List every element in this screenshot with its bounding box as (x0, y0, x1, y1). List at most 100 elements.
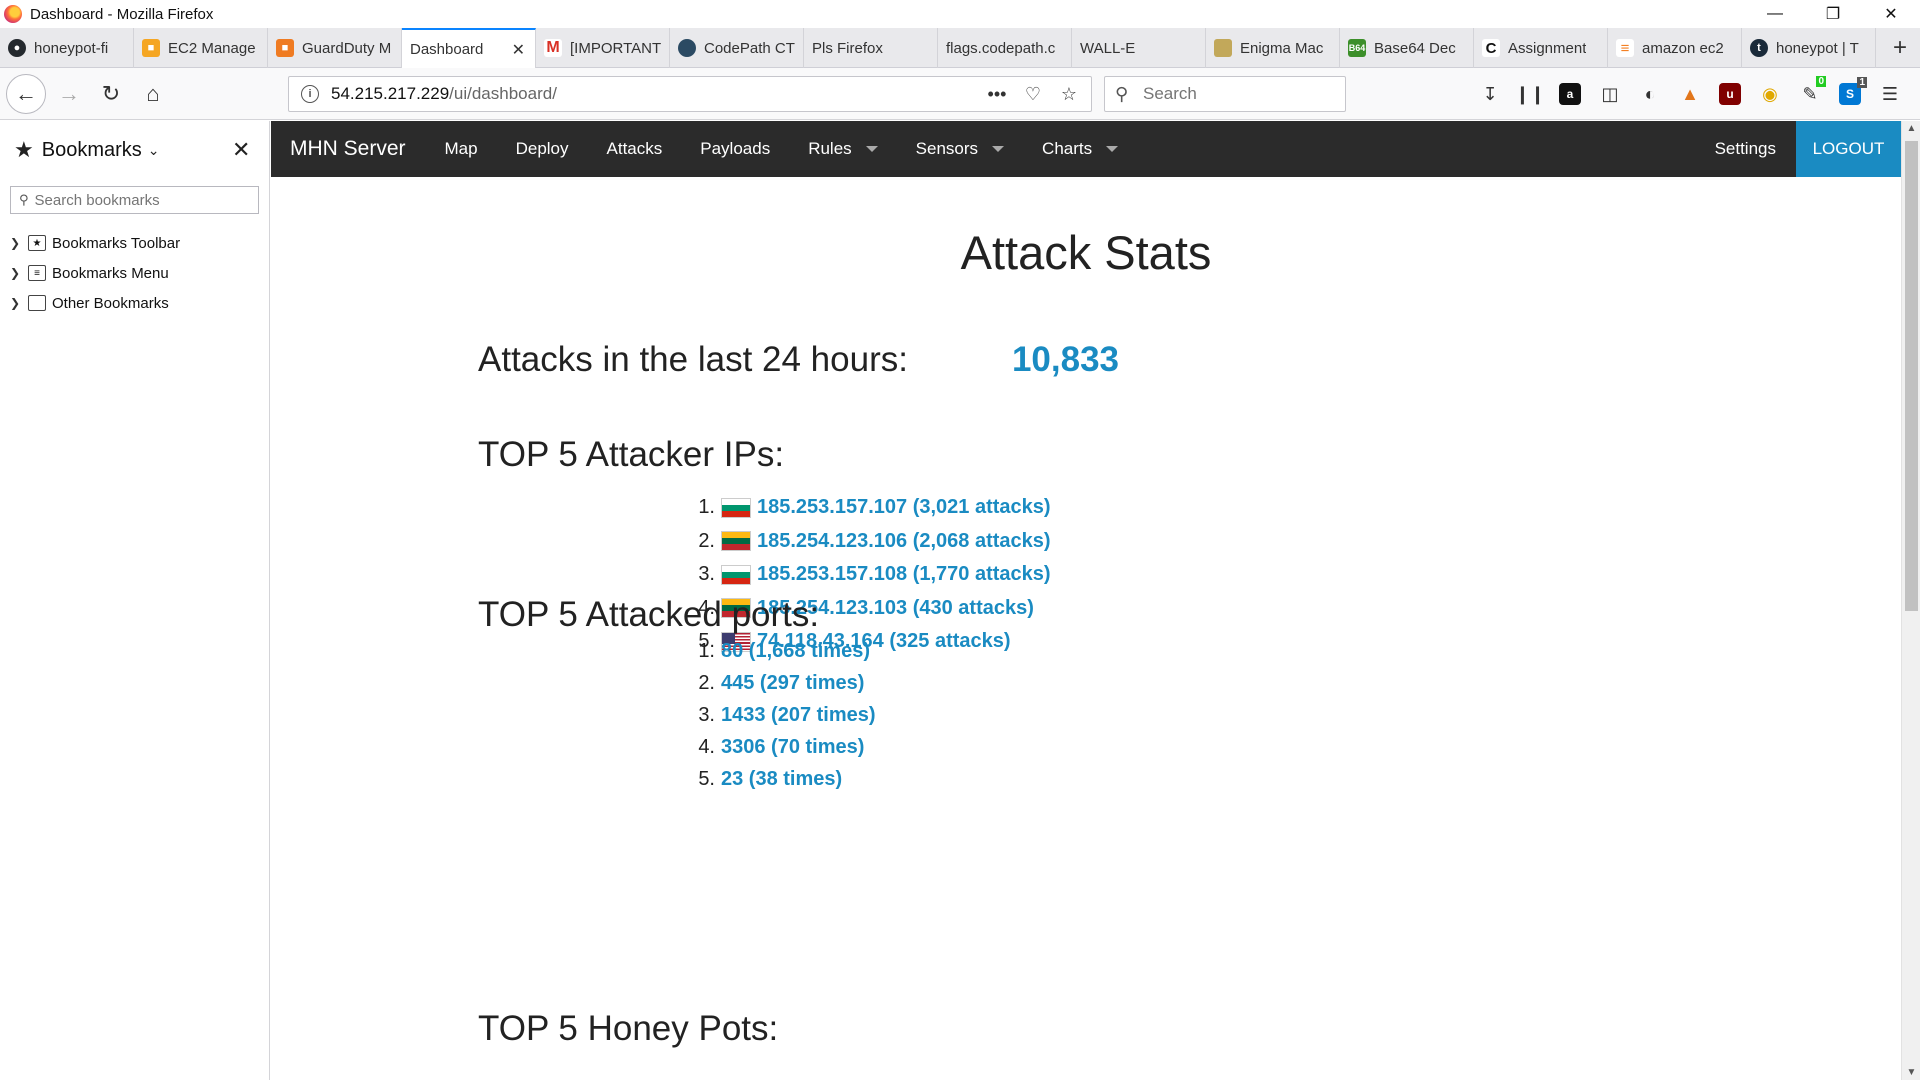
tumblr-icon: t (1750, 39, 1768, 57)
minimize-icon[interactable]: — (1746, 0, 1804, 28)
aws-cube-icon: ■ (276, 39, 294, 57)
rank: 4. (698, 735, 715, 758)
attacker-ip-link[interactable]: 185.253.157.107 (3,021 attacks) (757, 496, 1051, 519)
chevron-right-icon[interactable]: ❯ (10, 236, 24, 250)
amazon-extension-icon[interactable]: a (1559, 83, 1581, 105)
brand-link[interactable]: MHN Server (290, 137, 406, 161)
tab-dashboard[interactable]: Dashboard ✕ (402, 28, 536, 69)
close-icon[interactable]: ✕ (1862, 0, 1920, 28)
toolbar-folder-icon: ★ (28, 235, 46, 251)
tab-label: honeypot-fi (34, 39, 109, 57)
site-info-icon[interactable]: i (301, 85, 319, 103)
close-tab-icon[interactable]: ✕ (512, 40, 525, 60)
tab-gmail[interactable]: M [IMPORTANT (536, 28, 670, 68)
search-icon: ⚲ (19, 192, 29, 207)
tab-ec2-manage[interactable]: ■ EC2 Manage (134, 28, 268, 68)
restore-icon[interactable]: ❐ (1804, 0, 1862, 28)
chevron-right-icon[interactable]: ❯ (10, 296, 24, 310)
new-tab-button[interactable]: + (1880, 28, 1920, 67)
close-icon[interactable]: ✕ (232, 137, 250, 163)
sidebar-item-other-bookmarks[interactable]: ❯ Other Bookmarks (0, 288, 269, 318)
sidebar-item-bookmarks-toolbar[interactable]: ❯ ★ Bookmarks Toolbar (0, 228, 269, 258)
reload-button[interactable]: ↻ (92, 75, 130, 113)
sidebar-title[interactable]: Bookmarks (42, 139, 142, 162)
tab-wall-e[interactable]: WALL-E (1072, 28, 1206, 68)
bulgaria-flag-icon (721, 564, 751, 585)
toolbar-icons: ↧ ❙❙ a ◫ ◐ ▲ u ◉ ✎ 0 S1 ☰ (1470, 76, 1910, 112)
search-input[interactable] (1143, 84, 1323, 104)
bookmark-star-icon[interactable]: ☆ (1055, 84, 1083, 105)
url-bar[interactable]: i 54.215.217.229/ui/dashboard/ ••• ♡ ☆ (288, 76, 1092, 112)
tab-honeypot-tumblr[interactable]: t honeypot | T (1742, 28, 1876, 68)
bookmarks-search[interactable]: ⚲ (10, 186, 259, 214)
nav-payloads[interactable]: Payloads (681, 121, 789, 177)
sidebar-header[interactable]: ★ Bookmarks ⌄ ✕ (0, 121, 269, 179)
search-bar[interactable]: ⚲ (1104, 76, 1346, 112)
pocket-icon[interactable]: ♡ (1019, 84, 1047, 105)
extension-circle-icon[interactable]: ◐ (1630, 76, 1670, 112)
list-item: 2. 445 (297 times) (691, 667, 876, 699)
aws-cube-icon: ■ (142, 39, 160, 57)
tab-amazon-ec2[interactable]: ≡ amazon ec2 (1608, 28, 1742, 68)
attacks-24h-value: 10,833 (1011, 340, 1120, 379)
attacks-24h-label: Attacks in the last 24 hours: (478, 340, 908, 379)
menu-icon[interactable]: ☰ (1870, 76, 1910, 112)
tab-github-honeypot[interactable]: ● honeypot-fi (0, 28, 134, 68)
page-actions-icon[interactable]: ••• (983, 84, 1011, 105)
nav-rules-dropdown[interactable]: Rules (789, 121, 896, 177)
tab-codepath-ctf[interactable]: CodePath CT (670, 28, 804, 68)
url-text[interactable]: 54.215.217.229/ui/dashboard/ (331, 84, 983, 104)
library-icon[interactable]: ❙❙ (1510, 76, 1550, 112)
chevron-down-icon[interactable]: ⌄ (148, 142, 160, 159)
scroll-up-icon[interactable]: ▲ (1902, 123, 1920, 134)
port-link[interactable]: 445 (297 times) (721, 672, 864, 695)
extension-badge-icon[interactable]: ✎ 0 (1790, 76, 1830, 112)
nav-charts-dropdown[interactable]: Charts (1023, 121, 1137, 177)
port-link[interactable]: 23 (38 times) (721, 768, 842, 791)
back-button[interactable]: ← (6, 73, 46, 114)
caret-down-icon (992, 146, 1005, 152)
metamask-icon[interactable]: ▲ (1670, 76, 1710, 112)
nav-deploy[interactable]: Deploy (497, 121, 588, 177)
nav-toolbar: ← → ↻ ⌂ i 54.215.217.229/ui/dashboard/ •… (0, 68, 1920, 120)
sidebar-toggle-icon[interactable]: ◫ (1590, 76, 1630, 112)
tab-pls-firefox[interactable]: Pls Firefox (804, 28, 938, 68)
tab-guardduty[interactable]: ■ GuardDuty M (268, 28, 402, 68)
chevron-right-icon[interactable]: ❯ (10, 266, 24, 280)
port-link[interactable]: 80 (1,668 times) (721, 640, 870, 663)
tab-label: amazon ec2 (1642, 39, 1724, 57)
scrollbar-thumb[interactable] (1905, 141, 1918, 611)
ublock-icon[interactable]: u (1719, 83, 1741, 105)
page-scrollbar[interactable]: ▲ ▼ (1901, 121, 1920, 1080)
bulgaria-flag-icon (721, 497, 751, 518)
port-link[interactable]: 3306 (70 times) (721, 736, 864, 759)
github-icon: ● (8, 39, 26, 57)
navbar-right: Settings LOGOUT (1695, 121, 1901, 177)
settings-link[interactable]: Settings (1695, 121, 1796, 177)
sidebar-item-label: Bookmarks Menu (52, 264, 169, 282)
logout-button[interactable]: LOGOUT (1796, 121, 1901, 177)
scroll-down-icon[interactable]: ▼ (1902, 1067, 1920, 1078)
list-item: 2. 185.254.123.106 (2,068 attacks) (691, 525, 1051, 559)
tab-enigma[interactable]: Enigma Mac (1206, 28, 1340, 68)
bookmarks-search-input[interactable] (34, 191, 255, 209)
tab-assignment[interactable]: C Assignment (1474, 28, 1608, 68)
tab-flags-codepath[interactable]: flags.codepath.c (938, 28, 1072, 68)
tab-label: CodePath CT (704, 39, 795, 57)
tab-label: Dashboard (410, 41, 484, 58)
attacker-ip-link[interactable]: 185.253.157.108 (1,770 attacks) (757, 563, 1051, 586)
flag-stripe (722, 544, 750, 551)
port-link[interactable]: 1433 (207 times) (721, 704, 876, 727)
skype-extension-icon[interactable]: S1 (1839, 77, 1867, 105)
attacker-ip-link[interactable]: 185.254.123.106 (2,068 attacks) (757, 530, 1051, 553)
magnifier-extension-icon[interactable]: ◉ (1750, 76, 1790, 112)
nav-attacks[interactable]: Attacks (588, 121, 682, 177)
nav-map[interactable]: Map (426, 121, 497, 177)
tab-base64[interactable]: B64 Base64 Dec (1340, 28, 1474, 68)
forward-button[interactable]: → (50, 75, 88, 113)
nav-sensors-dropdown[interactable]: Sensors (897, 121, 1023, 177)
sidebar-item-bookmarks-menu[interactable]: ❯ ≡ Bookmarks Menu (0, 258, 269, 288)
downloads-icon[interactable]: ↧ (1470, 76, 1510, 112)
home-button[interactable]: ⌂ (134, 75, 172, 113)
caret-down-icon (1106, 146, 1119, 152)
